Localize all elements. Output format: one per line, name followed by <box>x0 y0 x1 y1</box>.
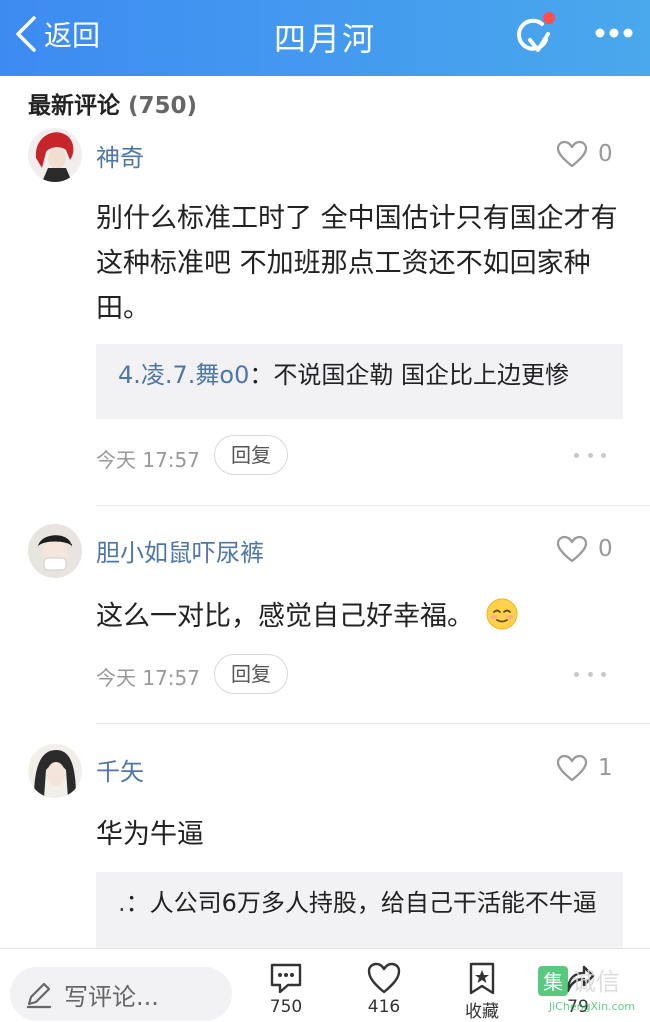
more-button[interactable] <box>590 20 640 50</box>
like-button[interactable]: 0 <box>556 136 613 172</box>
reply-separator: ： <box>125 889 150 917</box>
heart-icon <box>367 962 401 994</box>
divider <box>96 505 650 506</box>
reply-box[interactable]: .：人公司6万多人持股，给自己干活能不牛逼 <box>96 872 623 948</box>
section-title: 最新评论 (750) <box>28 86 197 120</box>
reply-text: 人公司6万多人持股，给自己干活能不牛逼 <box>149 889 597 917</box>
bookmark-star-icon <box>469 962 495 995</box>
section-title-label: 最新评论 <box>28 93 120 119</box>
reply-button[interactable]: 回复 <box>214 654 288 694</box>
comment-count: (750) <box>128 93 198 119</box>
reply-text: 不说国企勒 国企比上边更惨 <box>273 361 570 389</box>
like-button[interactable]: 1 <box>556 750 613 786</box>
divider <box>96 723 650 724</box>
reply-username[interactable]: . <box>118 889 126 917</box>
favorite-label: 收藏 <box>465 1002 499 1022</box>
reply-username[interactable]: 4.凌.7.舞o0 <box>118 361 249 389</box>
comments-count: 750 <box>269 997 303 1017</box>
comment-bubble-icon <box>270 963 302 994</box>
notification-dot <box>543 12 555 24</box>
refresh-icon <box>517 12 555 52</box>
reply-box[interactable]: 4.凌.7.舞o0：不说国企勒 国企比上边更惨 <box>96 344 623 419</box>
watermark-logo: 集 诚信 JiChengXin.com <box>536 962 648 1016</box>
top-bar: 返回 四月河 <box>0 0 650 76</box>
likes-count: 416 <box>367 997 401 1017</box>
comments-button[interactable]: 750 <box>251 961 321 1017</box>
like-button[interactable]: 0 <box>556 531 613 567</box>
username[interactable]: 千矢 <box>96 752 144 787</box>
like-count: 0 <box>598 141 613 167</box>
reply-separator: ： <box>249 361 274 389</box>
comment-text: 华为牛逼 <box>96 819 204 850</box>
avatar[interactable] <box>28 524 82 578</box>
refresh-button[interactable] <box>508 10 558 60</box>
comment-time: 今天 17:57 <box>96 666 200 690</box>
comment-more-button[interactable] <box>574 670 606 678</box>
reply-button[interactable]: 回复 <box>214 435 288 475</box>
comment-time: 今天 17:57 <box>96 448 200 472</box>
comment-input[interactable]: 写评论... <box>10 967 232 1021</box>
heart-icon <box>556 140 588 168</box>
comment-text: 别什么标准工时了 全中国估计只有国企才有这种标准吧 不加班那点工资还不如回家种田… <box>96 203 618 324</box>
comment-text: 这么一对比，感觉自己好幸福。 <box>96 594 626 639</box>
like-count: 1 <box>598 755 613 781</box>
like-article-button[interactable]: 416 <box>349 961 419 1017</box>
comment-input-placeholder: 写评论... <box>64 982 159 1011</box>
comment-text-content: 这么一对比，感觉自己好幸福。 <box>96 601 474 632</box>
heart-icon <box>556 535 588 563</box>
username[interactable]: 神奇 <box>96 138 144 173</box>
svg-text:集: 集 <box>543 970 563 994</box>
username[interactable]: 胆小如鼠吓尿裤 <box>96 533 264 568</box>
comment-more-button[interactable] <box>574 451 606 459</box>
favorite-button[interactable]: 收藏 <box>447 961 517 1022</box>
relieved-face-emoji-icon <box>486 598 518 630</box>
like-count: 0 <box>598 536 613 562</box>
more-icon <box>595 28 633 38</box>
heart-icon <box>556 754 588 782</box>
watermark-text: JiChengXin.com <box>548 1000 635 1013</box>
avatar[interactable] <box>28 744 82 798</box>
pencil-icon <box>26 982 52 1009</box>
avatar[interactable] <box>28 128 82 182</box>
svg-text:诚信: 诚信 <box>572 968 620 996</box>
